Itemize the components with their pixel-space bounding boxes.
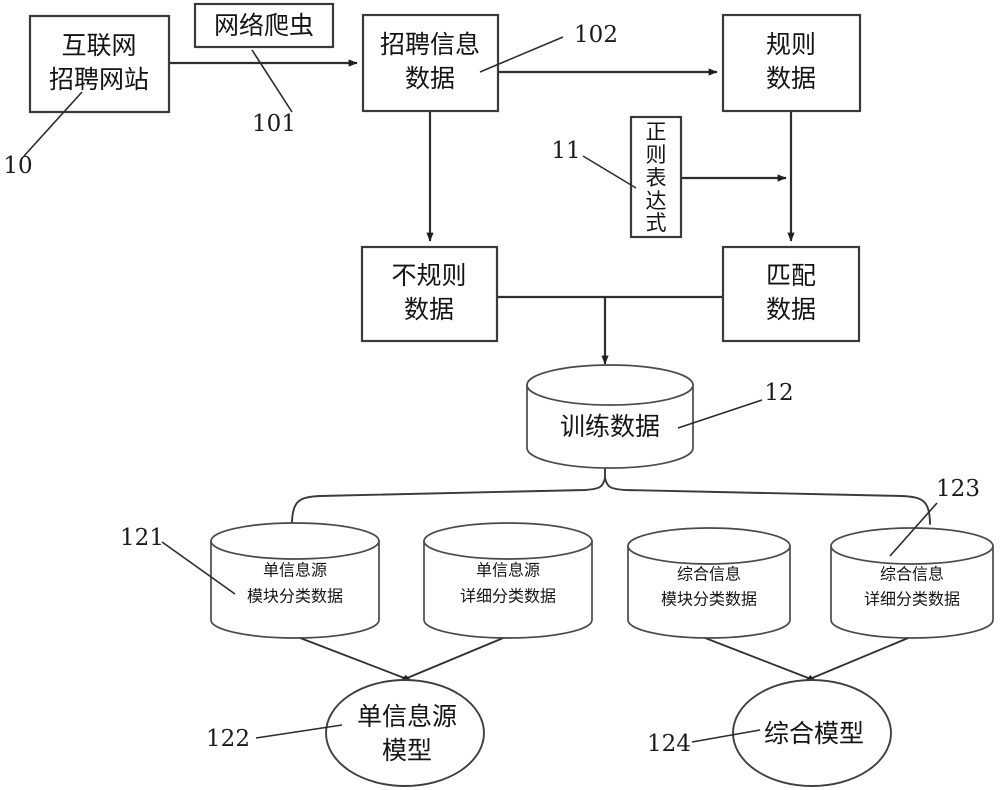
connector-c4-to-composite-model [804, 635, 914, 682]
refnum-122: 122 [206, 726, 250, 752]
cylinder-c2-top [423, 522, 593, 560]
patent-diagram-canvas: 互联网 招聘网站 网络爬虫 招聘信息 数据 规则 数据 正 则 表 达 式 不规… [0, 0, 1000, 790]
reference-callout-layer: 10 101 102 11 12 121 123 122 124 [3, 22, 980, 757]
cylinder-composite-detail-class[interactable]: 综合信息 详细分类数据 [830, 527, 994, 639]
cylinder-training-data-top [526, 364, 694, 406]
cylinder-c3-line-0: 综合信息 [677, 565, 741, 584]
ellipse-single-source-model-line-1: 模型 [382, 736, 432, 765]
ellipse-single-source-model[interactable]: 单信息源 模型 [325, 679, 485, 787]
box-recruit-info-data-line-1: 数据 [405, 64, 455, 93]
cylinder-c4-line-0: 综合信息 [880, 565, 944, 584]
cylinder-c3-top [627, 527, 791, 565]
box-irregular-data-line-1: 数据 [404, 295, 454, 324]
box-internet-site[interactable]: 互联网 招聘网站 [28, 14, 171, 114]
cylinder-c1-line-1: 模块分类数据 [247, 587, 343, 606]
box-web-crawler-line-0: 网络爬虫 [214, 11, 314, 40]
refnum-121: 121 [120, 525, 164, 551]
refnum-101: 101 [252, 111, 296, 137]
box-rule-data-line-1: 数据 [766, 64, 816, 93]
box-matched-data-line-1: 数据 [766, 295, 816, 324]
cylinder-c4-top [830, 527, 994, 565]
box-matched-data[interactable]: 匹配 数据 [721, 245, 861, 343]
cylinder-c1-top [210, 522, 380, 560]
cylinder-single-source-detail-class[interactable]: 单信息源 详细分类数据 [423, 522, 593, 639]
refnum-102: 102 [574, 22, 618, 48]
box-regex-char-1: 则 [646, 143, 667, 167]
cylinder-single-source-module-class[interactable]: 单信息源 模块分类数据 [210, 522, 380, 639]
cylinder-c4-line-1: 详细分类数据 [864, 590, 960, 609]
ellipse-single-source-model-shape [325, 679, 485, 787]
cylinder-c1-line-0: 单信息源 [263, 561, 327, 580]
box-regex-char-4: 式 [646, 211, 667, 235]
box-regex[interactable]: 正 则 表 达 式 [629, 115, 683, 239]
cylinder-composite-module-class[interactable]: 综合信息 模块分类数据 [627, 527, 791, 639]
refnum-124: 124 [647, 731, 691, 757]
ellipse-composite-model-line-0: 综合模型 [764, 719, 864, 748]
ellipse-single-source-model-line-0: 单信息源 [357, 702, 457, 731]
connector-c3-to-composite-model [699, 635, 817, 682]
box-irregular-data[interactable]: 不规则 数据 [360, 245, 499, 343]
box-internet-site-line-0: 互联网 [61, 31, 136, 60]
connector-c2-to-single-model [399, 635, 509, 682]
leader-101 [251, 49, 293, 113]
box-regex-char-3: 达 [646, 189, 667, 213]
connector-c1-to-single-model [294, 635, 413, 682]
cylinder-training-data[interactable]: 训练数据 [526, 364, 694, 469]
refnum-11: 11 [551, 138, 580, 164]
box-regex-char-0: 正 [646, 120, 667, 144]
box-regex-char-2: 表 [646, 166, 667, 190]
cylinder-training-data-label: 训练数据 [560, 412, 660, 441]
cylinder-c2-line-0: 单信息源 [476, 561, 540, 580]
box-recruit-info-data-line-0: 招聘信息 [380, 30, 480, 59]
box-recruit-info-data[interactable]: 招聘信息 数据 [361, 13, 500, 113]
cylinder-c2-line-1: 详细分类数据 [460, 587, 556, 606]
refnum-12: 12 [764, 380, 793, 406]
flow-diagram: 互联网 招聘网站 网络爬虫 招聘信息 数据 规则 数据 正 则 表 达 式 不规… [3, 2, 994, 787]
refnum-10: 10 [3, 153, 32, 179]
box-rule-data[interactable]: 规则 数据 [721, 13, 862, 113]
box-internet-site-line-1: 招聘网站 [49, 65, 149, 94]
box-matched-data-line-0: 匹配 [766, 261, 816, 290]
box-irregular-data-line-0: 不规则 [391, 261, 466, 290]
box-rule-data-line-0: 规则 [766, 30, 816, 59]
ellipse-composite-model[interactable]: 综合模型 [732, 679, 892, 787]
cylinder-c3-line-1: 模块分类数据 [661, 590, 757, 609]
refnum-123: 123 [936, 476, 980, 502]
box-web-crawler[interactable]: 网络爬虫 [193, 2, 335, 49]
distribution-brace [291, 477, 931, 525]
leader-11 [582, 155, 637, 189]
